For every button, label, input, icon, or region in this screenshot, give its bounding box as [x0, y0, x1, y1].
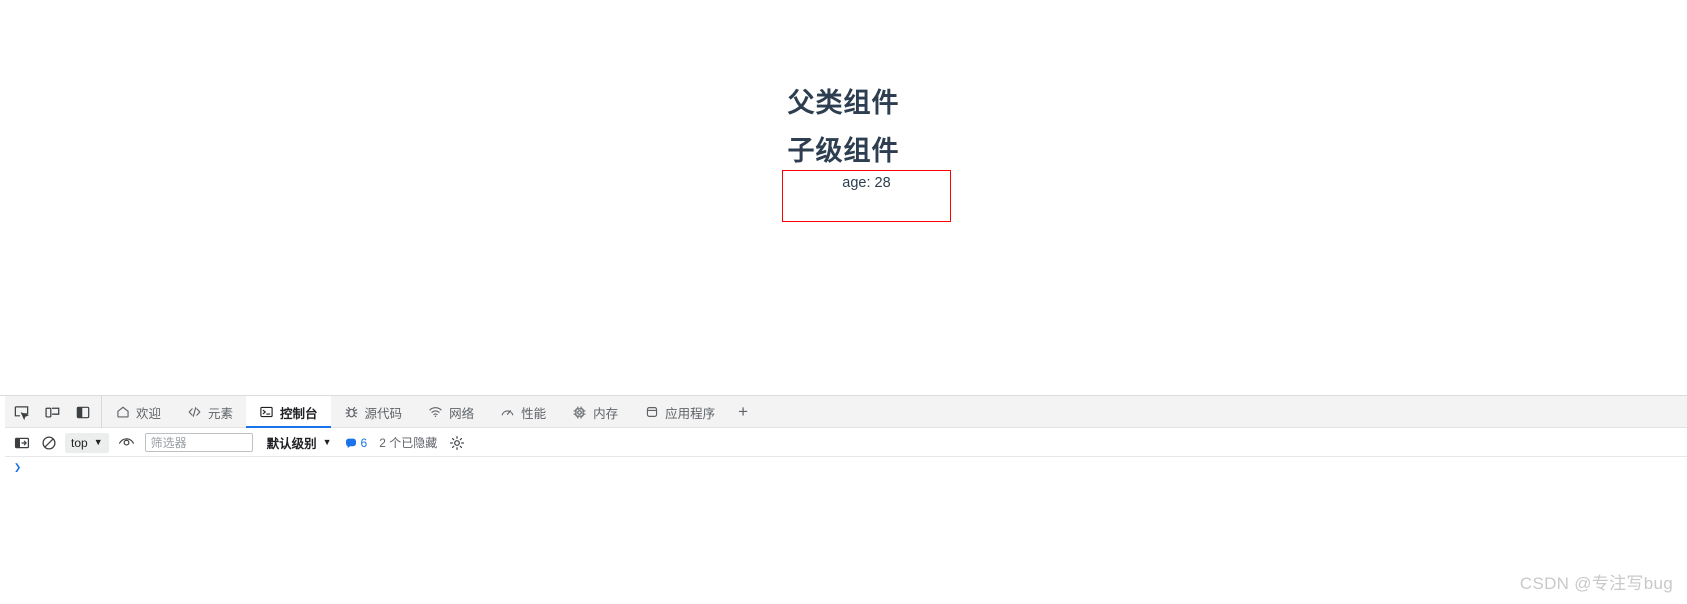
browser-viewport: 父类组件 子级组件 age: 28 [0, 0, 1687, 396]
tab-label: 性能 [521, 406, 547, 421]
tab-sources[interactable]: 源代码 [331, 396, 416, 428]
tab-label: 源代码 [364, 406, 403, 421]
message-count-value: 6 [360, 435, 368, 450]
dock-side-icon[interactable] [74, 403, 92, 421]
screen-root: 父类组件 子级组件 age: 28 欢迎 元素 控制台 源代码 网络 性能 内存… [0, 0, 1687, 604]
chevron-down-icon: ▼ [322, 437, 332, 447]
devtools-tabs: 欢迎 元素 控制台 源代码 网络 性能 内存 应用程序 + [102, 396, 758, 428]
parent-component-heading: 父类组件 [787, 88, 900, 118]
gear-icon[interactable] [447, 433, 467, 453]
devtools-dock-group [5, 396, 102, 428]
devtools-panel: 欢迎 元素 控制台 源代码 网络 性能 内存 应用程序 + top ▼ 筛选器 … [0, 396, 1687, 604]
tab-elements[interactable]: 元素 [174, 396, 246, 428]
age-value-text: age: 28 [842, 175, 891, 191]
devtools-tabstrip: 欢迎 元素 控制台 源代码 网络 性能 内存 应用程序 + [5, 396, 1687, 428]
memory-chip-icon [572, 405, 587, 420]
tab-memory[interactable]: 内存 [559, 396, 631, 428]
tab-performance[interactable]: 性能 [487, 396, 559, 428]
tab-label: 欢迎 [136, 406, 162, 421]
child-component-heading: 子级组件 [787, 136, 900, 166]
console-prompt-row[interactable]: ❯ [5, 457, 1687, 477]
device-toolbar-icon[interactable] [43, 403, 61, 421]
tab-label: 网络 [449, 406, 475, 421]
tab-welcome[interactable]: 欢迎 [102, 396, 174, 428]
log-level-label: 默认级别 [266, 437, 317, 451]
tab-network[interactable]: 网络 [415, 396, 487, 428]
wifi-icon [428, 405, 443, 420]
console-sidebar-icon[interactable] [11, 432, 33, 454]
tab-label: 应用程序 [665, 406, 716, 421]
app-content: 父类组件 子级组件 age: 28 [0, 0, 1687, 395]
console-filter-toolbar: top ▼ 默认级别 ▼ 6 [5, 429, 1687, 457]
tab-application[interactable]: 应用程序 [631, 396, 728, 428]
tab-label: 内存 [593, 406, 619, 421]
gauge-icon [500, 405, 515, 420]
tab-console[interactable]: 控制台 [246, 396, 331, 428]
inspect-element-icon[interactable] [12, 403, 30, 421]
execution-context-select[interactable]: top ▼ [65, 432, 109, 453]
log-level-select[interactable]: 默认级别 ▼ [267, 433, 332, 452]
hidden-messages-label[interactable]: 2 个已隐藏 [379, 434, 437, 451]
info-bubble-icon [345, 437, 357, 449]
add-panel-button[interactable]: + [728, 396, 758, 428]
clear-console-icon[interactable] [38, 432, 60, 454]
console-terminal-icon [259, 405, 274, 420]
console-filter-input[interactable] [144, 433, 253, 452]
tab-label: 控制台 [280, 406, 318, 421]
execution-context-value: top [71, 435, 88, 450]
console-prompt-input[interactable] [27, 458, 1687, 476]
home-icon [115, 405, 130, 420]
bug-icon [344, 405, 359, 420]
watermark-text: CSDN @专注写bug [1519, 574, 1673, 593]
chevron-down-icon: ▼ [93, 437, 103, 447]
database-icon [644, 405, 659, 420]
eye-icon[interactable] [115, 432, 139, 454]
console-prompt-chevron-icon: ❯ [14, 460, 22, 475]
console-output-area: ❯ [5, 457, 1687, 604]
message-count-badge[interactable]: 6 [345, 435, 368, 450]
code-brackets-icon [187, 405, 202, 420]
tab-label: 元素 [208, 406, 234, 421]
